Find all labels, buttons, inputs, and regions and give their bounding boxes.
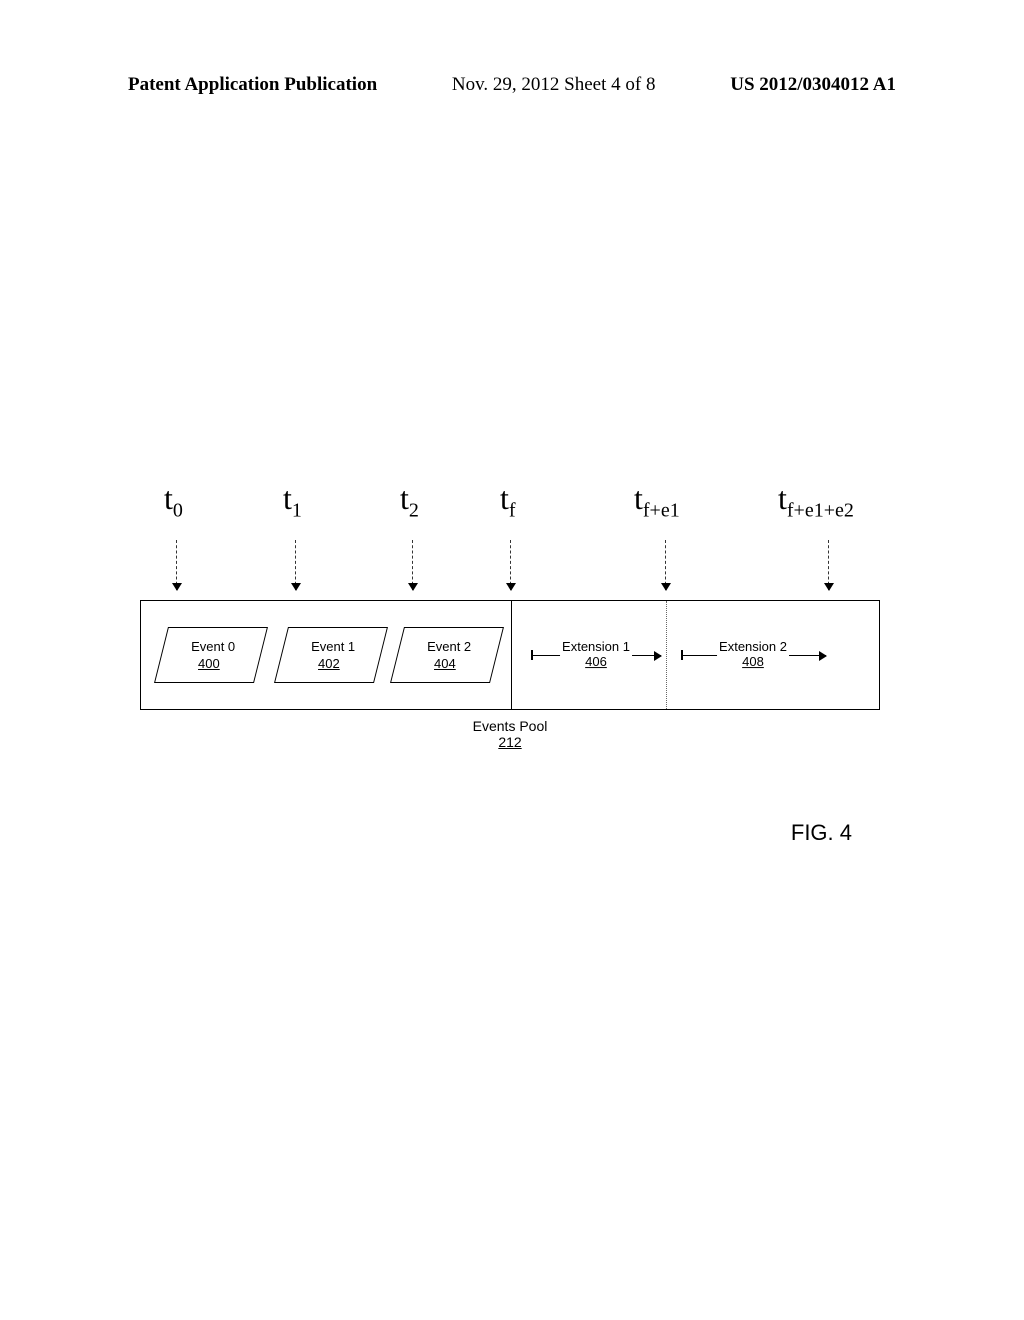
event-1-label: Event 1 [284, 639, 382, 654]
page-header: Patent Application Publication Nov. 29, … [0, 74, 1024, 96]
event-2-num: 404 [396, 656, 494, 671]
label-tf: tf [500, 480, 516, 522]
figure-4: t0 t1 t2 tf tf+e1 tf+e1+e2 Event 0 400 E… [140, 480, 880, 750]
event-2-label: Event 2 [400, 639, 498, 654]
label-t0: t0 [164, 480, 183, 522]
header-right: US 2012/0304012 A1 [730, 74, 896, 96]
extension-1-label: Extension 1406 [560, 640, 632, 670]
arrow-t0 [176, 540, 177, 590]
separator-tf [511, 601, 512, 709]
label-t2: t2 [400, 480, 419, 522]
arrow-t1 [295, 540, 296, 590]
label-tfe1: tf+e1 [634, 480, 680, 522]
event-0-num: 400 [160, 656, 258, 671]
header-center: Nov. 29, 2012 Sheet 4 of 8 [452, 74, 656, 96]
header-left: Patent Application Publication [128, 74, 377, 96]
event-1-num: 402 [280, 656, 378, 671]
arrow-tfe1 [665, 540, 666, 590]
event-1-box: Event 1 402 [274, 627, 388, 683]
event-2-box: Event 2 404 [390, 627, 504, 683]
events-timeline: Event 0 400 Event 1 402 Event 2 404 Exte… [140, 600, 880, 710]
label-t1: t1 [283, 480, 302, 522]
time-arrows-row [140, 540, 880, 600]
event-0-label: Event 0 [164, 639, 262, 654]
separator-tfe1 [666, 601, 667, 709]
extension-2-label: Extension 2408 [717, 640, 789, 670]
arrow-t2 [412, 540, 413, 590]
arrow-tfe1e2 [828, 540, 829, 590]
events-pool-label: Events Pool212 [140, 718, 880, 750]
event-0-box: Event 0 400 [154, 627, 268, 683]
label-tfe1e2: tf+e1+e2 [778, 480, 854, 522]
figure-label: FIG. 4 [791, 820, 852, 846]
arrow-tf [510, 540, 511, 590]
time-labels-row: t0 t1 t2 tf tf+e1 tf+e1+e2 [140, 480, 880, 540]
